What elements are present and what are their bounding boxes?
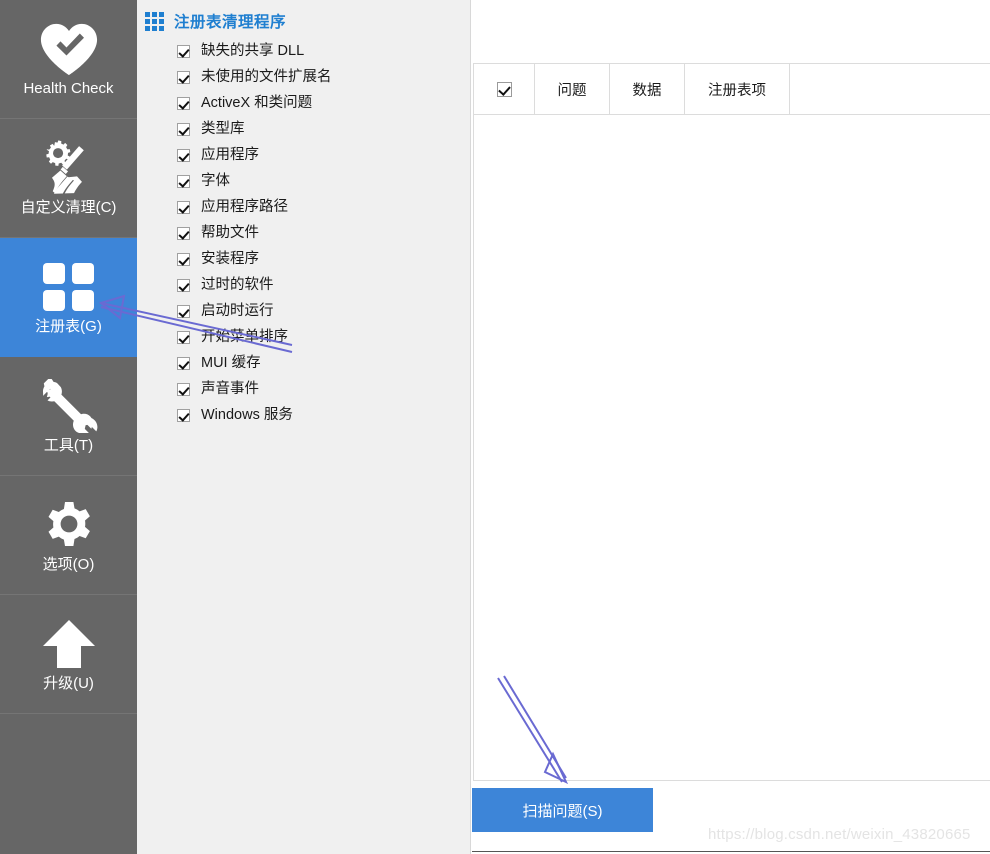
grid-squares-icon bbox=[145, 11, 165, 32]
checkbox-icon[interactable] bbox=[177, 304, 190, 318]
list-item-label: 启动时运行 bbox=[201, 303, 274, 319]
checkbox-icon[interactable] bbox=[177, 382, 190, 396]
list-item-label: 安装程序 bbox=[201, 251, 259, 267]
sidebar-item-upgrade[interactable]: 升级(U) bbox=[0, 595, 137, 714]
results-table-body bbox=[474, 115, 990, 780]
checkbox-icon[interactable] bbox=[177, 330, 190, 344]
list-item-label: MUI 缓存 bbox=[201, 355, 261, 371]
arrow-up-icon bbox=[39, 615, 99, 673]
sidebar-item-label: 注册表(G) bbox=[35, 318, 102, 335]
list-item-label: 应用程序路径 bbox=[201, 199, 288, 215]
list-item[interactable]: 启动时运行 bbox=[177, 298, 470, 324]
list-item-label: 应用程序 bbox=[201, 147, 259, 163]
registry-options-header: 注册表清理程序 bbox=[137, 0, 470, 32]
select-all-checkbox-icon[interactable] bbox=[496, 81, 512, 97]
select-all-header-cell[interactable] bbox=[474, 64, 535, 114]
sidebar-item-tools[interactable]: 工具(T) bbox=[0, 357, 137, 476]
checkbox-icon[interactable] bbox=[177, 70, 190, 84]
list-item-label: 开始菜单排序 bbox=[201, 329, 288, 345]
checkbox-icon[interactable] bbox=[177, 200, 190, 214]
gear-icon bbox=[39, 496, 99, 554]
list-item-label: 过时的软件 bbox=[201, 277, 274, 293]
wrench-icon bbox=[39, 377, 99, 435]
list-item[interactable]: Windows 服务 bbox=[177, 402, 470, 428]
sidebar-item-health-check[interactable]: Health Check bbox=[0, 0, 137, 119]
column-header-spacer bbox=[790, 64, 990, 114]
column-header-registry-key[interactable]: 注册表项 bbox=[685, 64, 790, 114]
results-panel: 问题 数据 注册表项 bbox=[472, 0, 990, 854]
list-item[interactable]: 类型库 bbox=[177, 116, 470, 142]
checkbox-icon[interactable] bbox=[177, 96, 190, 110]
checkbox-icon[interactable] bbox=[177, 252, 190, 266]
registry-check-list: 缺失的共享 DLL 未使用的文件扩展名 ActiveX 和类问题 类型库 应用程… bbox=[137, 38, 470, 428]
list-item[interactable]: MUI 缓存 bbox=[177, 350, 470, 376]
sidebar-item-label: 升级(U) bbox=[43, 675, 94, 692]
sidebar-empty-area bbox=[0, 714, 137, 854]
sidebar-item-label: 自定义清理(C) bbox=[20, 199, 117, 216]
sidebar-item-options[interactable]: 选项(O) bbox=[0, 476, 137, 595]
heart-check-icon bbox=[39, 20, 99, 78]
list-item-label: 声音事件 bbox=[201, 381, 259, 397]
checkbox-icon[interactable] bbox=[177, 408, 190, 422]
sidebar: Health Check 自定义清理(C) 注册表(G) 工具(T) 选项(O)… bbox=[0, 0, 137, 854]
list-item[interactable]: 缺失的共享 DLL bbox=[177, 38, 470, 64]
list-item[interactable]: 应用程序 bbox=[177, 142, 470, 168]
watermark-text: https://blog.csdn.net/weixin_43820665 bbox=[708, 826, 971, 843]
checkbox-icon[interactable] bbox=[177, 356, 190, 370]
registry-options-panel: 注册表清理程序 缺失的共享 DLL 未使用的文件扩展名 ActiveX 和类问题… bbox=[137, 0, 471, 854]
broom-gear-icon bbox=[39, 139, 99, 197]
app-window: Health Check 自定义清理(C) 注册表(G) 工具(T) 选项(O)… bbox=[0, 0, 990, 854]
sidebar-item-registry[interactable]: 注册表(G) bbox=[0, 238, 137, 357]
column-header-data[interactable]: 数据 bbox=[610, 64, 685, 114]
results-table-header: 问题 数据 注册表项 bbox=[474, 64, 990, 115]
results-table: 问题 数据 注册表项 bbox=[473, 63, 990, 781]
list-item-label: ActiveX 和类问题 bbox=[201, 95, 313, 111]
checkbox-icon[interactable] bbox=[177, 122, 190, 136]
checkbox-icon[interactable] bbox=[177, 148, 190, 162]
panel-title: 注册表清理程序 bbox=[174, 14, 287, 31]
grid-squares-icon bbox=[39, 258, 99, 316]
list-item-label: 类型库 bbox=[201, 121, 245, 137]
checkbox-icon[interactable] bbox=[177, 174, 190, 188]
list-item[interactable]: 过时的软件 bbox=[177, 272, 470, 298]
list-item[interactable]: 未使用的文件扩展名 bbox=[177, 64, 470, 90]
list-item[interactable]: 声音事件 bbox=[177, 376, 470, 402]
checkbox-icon[interactable] bbox=[177, 278, 190, 292]
sidebar-item-label: 工具(T) bbox=[43, 437, 94, 454]
list-item-label: Windows 服务 bbox=[201, 407, 293, 423]
list-item[interactable]: ActiveX 和类问题 bbox=[177, 90, 470, 116]
list-item[interactable]: 安装程序 bbox=[177, 246, 470, 272]
sidebar-item-label: 选项(O) bbox=[42, 556, 95, 573]
list-item-label: 字体 bbox=[201, 173, 230, 189]
list-item[interactable]: 开始菜单排序 bbox=[177, 324, 470, 350]
sidebar-item-label: Health Check bbox=[23, 80, 114, 97]
scan-button[interactable]: 扫描问题(S) bbox=[472, 788, 653, 832]
bottom-divider bbox=[472, 851, 990, 852]
list-item-label: 缺失的共享 DLL bbox=[201, 43, 305, 59]
sidebar-item-custom-clean[interactable]: 自定义清理(C) bbox=[0, 119, 137, 238]
list-item[interactable]: 应用程序路径 bbox=[177, 194, 470, 220]
checkbox-icon[interactable] bbox=[177, 226, 190, 240]
list-item-label: 帮助文件 bbox=[201, 225, 259, 241]
list-item[interactable]: 字体 bbox=[177, 168, 470, 194]
checkbox-icon[interactable] bbox=[177, 44, 190, 58]
column-header-problem[interactable]: 问题 bbox=[535, 64, 610, 114]
list-item-label: 未使用的文件扩展名 bbox=[201, 69, 332, 85]
list-item[interactable]: 帮助文件 bbox=[177, 220, 470, 246]
